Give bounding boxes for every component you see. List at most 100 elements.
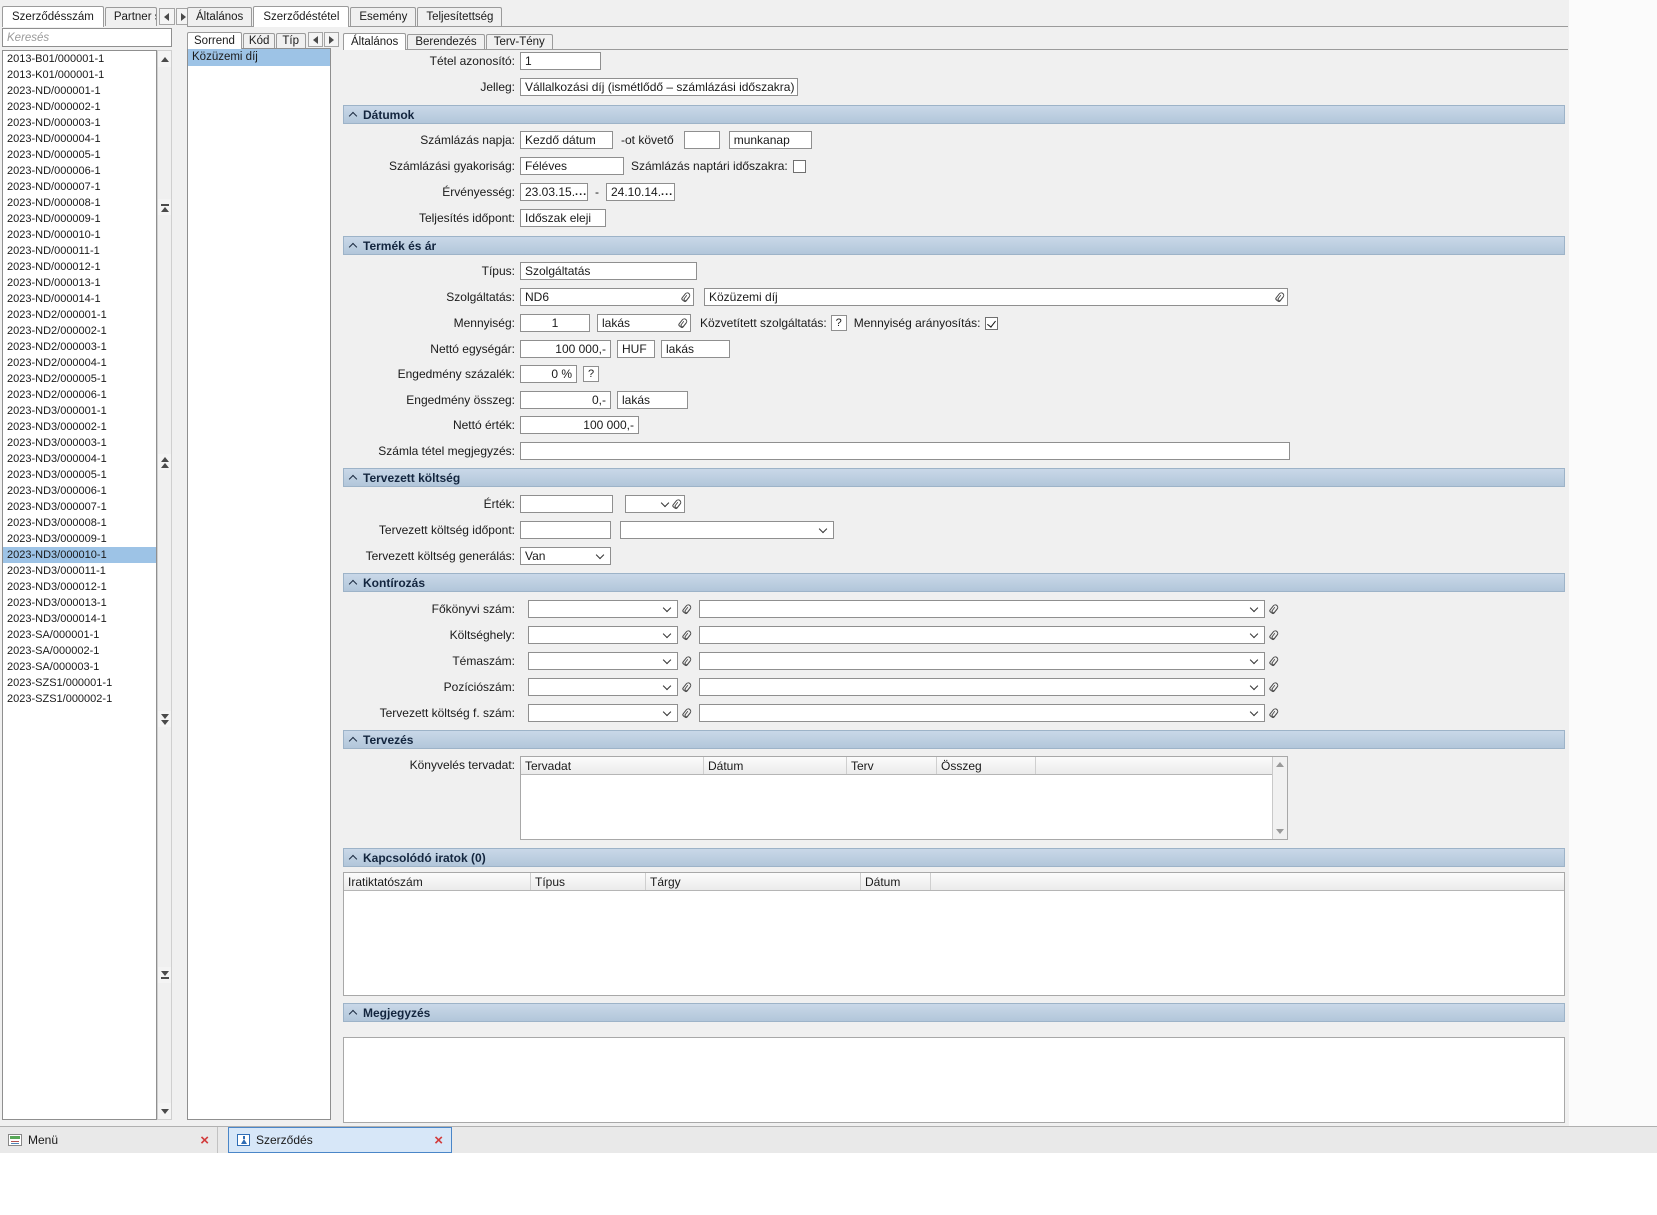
contract-list-item[interactable]: 2023-SA/000002-1	[3, 643, 156, 659]
column-header-targy[interactable]: Tárgy	[646, 873, 861, 890]
tab-esemeny[interactable]: Esemény	[350, 7, 416, 26]
subtab-tipus[interactable]: Típ	[276, 33, 306, 48]
szamlazas-napja-input[interactable]: Kezdő dátum	[520, 131, 613, 149]
contract-list-item[interactable]: 2023-ND3/000005-1	[3, 467, 156, 483]
contract-list-item[interactable]: 2023-ND/000012-1	[3, 259, 156, 275]
contract-list-scrollbar[interactable]	[157, 50, 172, 1120]
section-tervezes-header[interactable]: Tervezés	[343, 730, 1565, 749]
netto-ertek-input[interactable]: 100 000,-	[520, 416, 639, 434]
szamlazasi-gyakorisag-input[interactable]: Féléves	[520, 157, 624, 175]
contract-list-item[interactable]: 2023-ND2/000005-1	[3, 371, 156, 387]
megjegyzes-textarea[interactable]	[343, 1037, 1565, 1123]
attachment-button[interactable]	[1269, 603, 1280, 615]
contract-list-item[interactable]: 2023-ND3/000009-1	[3, 531, 156, 547]
tervezes-table-scrollbar[interactable]	[1272, 757, 1287, 839]
column-header-datum[interactable]: Dátum	[861, 873, 931, 890]
contract-list-item[interactable]: 2023-ND2/000001-1	[3, 307, 156, 323]
scroll-first-button[interactable]	[158, 199, 171, 215]
tab-szerzodestetel[interactable]: Szerződéstétel	[253, 6, 349, 27]
tab-scroll-left-button[interactable]	[159, 8, 175, 25]
attachment-button[interactable]	[682, 681, 693, 693]
contract-list-item[interactable]: 2023-ND/000011-1	[3, 243, 156, 259]
tab-partner-szama[interactable]: Partner sz	[105, 7, 157, 26]
contract-list-item[interactable]: 2023-ND3/000006-1	[3, 483, 156, 499]
close-icon[interactable]: ×	[434, 1133, 443, 1148]
column-header-iratiktatoszam[interactable]: Iratiktatószám	[344, 873, 531, 890]
contract-list-item[interactable]: 2023-ND3/000002-1	[3, 419, 156, 435]
section-termek-header[interactable]: Termék és ár	[343, 236, 1565, 255]
ervenyesseg-ig-datefield[interactable]: 24.10.14. ...	[606, 183, 675, 201]
tab-altalanos[interactable]: Általános	[187, 7, 252, 26]
search-input[interactable]	[2, 28, 172, 47]
tab-teljesitettseg[interactable]: Teljesítettség	[417, 7, 502, 26]
column-header-tervadat[interactable]: Tervadat	[521, 757, 704, 774]
munkanap-input[interactable]: munkanap	[729, 131, 812, 149]
tervezett-ertek-combobox[interactable]	[625, 495, 685, 513]
kontirozas-name-combobox[interactable]	[699, 704, 1265, 722]
contract-list-item[interactable]: 2023-ND/000013-1	[3, 275, 156, 291]
jelleg-input[interactable]: Vállalkozási díj (ismétlődő – számlázási…	[520, 78, 798, 96]
tervezett-idopont-input[interactable]	[520, 521, 611, 539]
contract-list-item[interactable]: 2023-ND/000005-1	[3, 147, 156, 163]
column-header-tipus[interactable]: Típus	[531, 873, 646, 890]
contract-list-item[interactable]: 2013-B01/000001-1	[3, 51, 156, 67]
scroll-page-up-button[interactable]	[158, 454, 171, 470]
contract-list-item[interactable]: 2023-ND3/000011-1	[3, 563, 156, 579]
generalas-combobox[interactable]: Van	[520, 547, 611, 565]
contract-list-item[interactable]: 2023-ND3/000008-1	[3, 515, 156, 531]
contract-list-item[interactable]: 2023-ND/000002-1	[3, 99, 156, 115]
contract-list-item[interactable]: 2023-ND2/000002-1	[3, 323, 156, 339]
contract-list-item[interactable]: 2023-ND/000010-1	[3, 227, 156, 243]
formtab-altalanos[interactable]: Általános	[343, 33, 406, 50]
kontirozas-code-combobox[interactable]	[528, 678, 678, 696]
contract-list-item[interactable]: 2023-ND/000014-1	[3, 291, 156, 307]
tervezett-ertek-input[interactable]	[520, 495, 613, 513]
date-picker-button[interactable]: ...	[661, 188, 673, 196]
contract-list-item[interactable]: 2023-ND/000003-1	[3, 115, 156, 131]
kontirozas-code-combobox[interactable]	[528, 652, 678, 670]
tab-szerzodesszam[interactable]: Szerződésszám	[2, 6, 104, 27]
section-kontirozas-header[interactable]: Kontírozás	[343, 573, 1565, 592]
contract-list-item[interactable]: 2023-ND3/000004-1	[3, 451, 156, 467]
column-header-datum[interactable]: Dátum	[704, 757, 847, 774]
column-header-osszeg[interactable]: Összeg	[937, 757, 1036, 774]
engedmeny-osszeg-input[interactable]: 0,-	[520, 391, 611, 409]
engedmeny-question-button[interactable]: ?	[583, 366, 599, 382]
kontirozas-name-combobox[interactable]	[699, 678, 1265, 696]
aranyositas-checkbox[interactable]	[985, 317, 998, 330]
scroll-down-button[interactable]	[158, 1103, 171, 1119]
attachment-button[interactable]	[682, 629, 693, 641]
egysegar-egyseg-input[interactable]: lakás	[661, 340, 730, 358]
contract-list-item[interactable]: 2023-ND/000008-1	[3, 195, 156, 211]
taskbar-item-szerzodes[interactable]: Szerződés ×	[228, 1127, 452, 1153]
szolgaltatas-nev-input[interactable]: Közüzemi díj	[704, 288, 1288, 306]
subtab-scroll-left-button[interactable]	[308, 32, 323, 47]
contract-list-item[interactable]: 2023-ND/000001-1	[3, 83, 156, 99]
szolgaltatas-kod-input[interactable]: ND6	[520, 288, 694, 306]
subtab-sorrend[interactable]: Sorrend	[187, 32, 242, 49]
contract-list-item[interactable]: 2023-ND3/000003-1	[3, 435, 156, 451]
scroll-last-button[interactable]	[158, 967, 171, 983]
attachment-button[interactable]	[1269, 681, 1280, 693]
contract-list-item[interactable]: 2013-K01/000001-1	[3, 67, 156, 83]
attachment-button[interactable]	[682, 655, 693, 667]
kozvetitett-question-button[interactable]: ?	[831, 315, 847, 331]
contract-list-item[interactable]: 2023-ND/000009-1	[3, 211, 156, 227]
devizanem-input[interactable]: HUF	[617, 340, 655, 358]
contract-item[interactable]: Közüzemi díj	[188, 49, 330, 66]
attachment-button[interactable]	[1269, 629, 1280, 641]
engedmeny-egyseg-input[interactable]: lakás	[617, 391, 688, 409]
kontirozas-name-combobox[interactable]	[699, 626, 1265, 644]
subtab-kod[interactable]: Kód	[243, 33, 275, 48]
tipus-input[interactable]: Szolgáltatás	[520, 262, 697, 280]
scroll-page-down-button[interactable]	[158, 711, 171, 727]
mennyiseg-input[interactable]: 1	[520, 314, 590, 332]
attachment-button[interactable]	[1269, 655, 1280, 667]
contract-list-item[interactable]: 2023-SZS1/000001-1	[3, 675, 156, 691]
column-header-terv[interactable]: Terv	[847, 757, 937, 774]
attachment-button[interactable]	[1269, 707, 1280, 719]
teljesites-idopont-input[interactable]: Időszak eleji	[520, 209, 606, 227]
subtab-scroll-right-button[interactable]	[324, 32, 339, 47]
attachment-button[interactable]	[682, 603, 693, 615]
contract-list-item[interactable]: 2023-ND3/000013-1	[3, 595, 156, 611]
